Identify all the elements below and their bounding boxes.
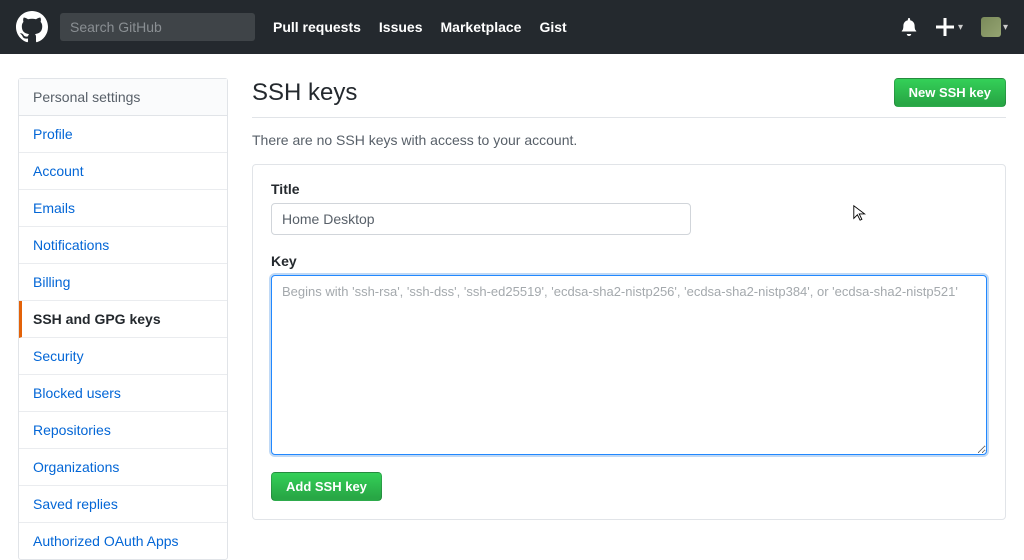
create-menu[interactable]: ▾ (936, 18, 963, 36)
sidebar-heading: Personal settings (19, 79, 227, 116)
sidebar-item-oauth-apps[interactable]: Authorized OAuth Apps (19, 523, 227, 559)
chevron-down-icon: ▾ (1003, 22, 1008, 33)
sidebar-item-repositories[interactable]: Repositories (19, 412, 227, 449)
page-title: SSH keys (252, 79, 357, 107)
search-input[interactable] (60, 13, 255, 41)
topbar-right: ▾ ▾ (900, 17, 1008, 37)
page-wrap: Personal settings Profile Account Emails… (0, 54, 1024, 560)
add-ssh-key-button[interactable]: Add SSH key (271, 472, 382, 501)
avatar (981, 17, 1001, 37)
top-nav: Pull requests Issues Marketplace Gist (273, 19, 567, 35)
sidebar-item-account[interactable]: Account (19, 153, 227, 190)
sidebar-item-ssh-gpg[interactable]: SSH and GPG keys (19, 301, 227, 338)
plus-icon (936, 18, 954, 36)
title-field[interactable] (271, 203, 691, 235)
title-label: Title (271, 181, 987, 197)
sidebar-item-blocked-users[interactable]: Blocked users (19, 375, 227, 412)
main-content: SSH keys New SSH key There are no SSH ke… (252, 78, 1006, 560)
nav-marketplace[interactable]: Marketplace (441, 19, 522, 35)
new-ssh-key-button[interactable]: New SSH key (894, 78, 1006, 107)
nav-gist[interactable]: Gist (539, 19, 566, 35)
sidebar-item-emails[interactable]: Emails (19, 190, 227, 227)
empty-state-message: There are no SSH keys with access to you… (252, 132, 1006, 148)
sidebar-item-billing[interactable]: Billing (19, 264, 227, 301)
key-label: Key (271, 253, 987, 269)
nav-pull-requests[interactable]: Pull requests (273, 19, 361, 35)
sidebar-item-saved-replies[interactable]: Saved replies (19, 486, 227, 523)
sidebar-item-organizations[interactable]: Organizations (19, 449, 227, 486)
sidebar-item-security[interactable]: Security (19, 338, 227, 375)
user-menu[interactable]: ▾ (981, 17, 1008, 37)
key-field[interactable] (271, 275, 987, 455)
chevron-down-icon: ▾ (958, 22, 963, 33)
nav-issues[interactable]: Issues (379, 19, 423, 35)
settings-sidebar: Personal settings Profile Account Emails… (18, 78, 228, 560)
github-logo-icon[interactable] (16, 11, 48, 43)
bell-icon[interactable] (900, 18, 918, 36)
add-key-form: Title Key Add SSH key (252, 164, 1006, 520)
page-header: SSH keys New SSH key (252, 78, 1006, 118)
sidebar-item-profile[interactable]: Profile (19, 116, 227, 153)
sidebar-item-notifications[interactable]: Notifications (19, 227, 227, 264)
topbar: Pull requests Issues Marketplace Gist ▾ … (0, 0, 1024, 54)
